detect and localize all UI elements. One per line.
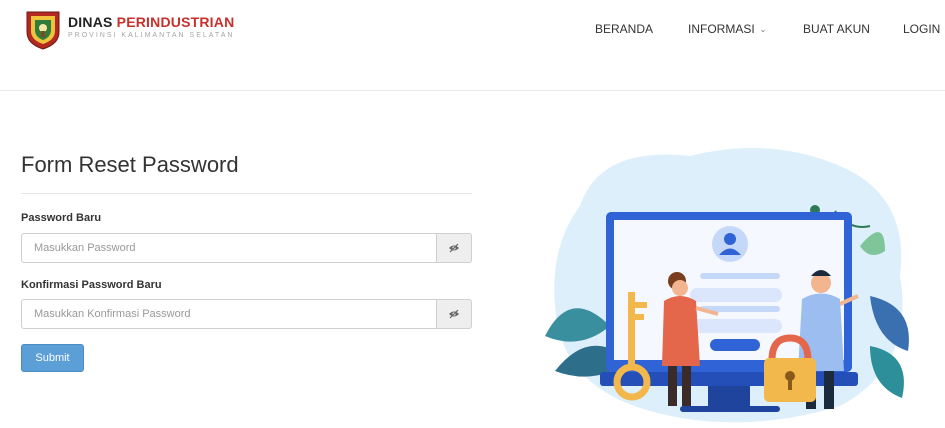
brand-name-part1: DINAS bbox=[68, 14, 117, 30]
submit-button[interactable]: Submit bbox=[21, 344, 84, 372]
new-password-input[interactable] bbox=[21, 233, 436, 263]
nav-informasi-label: INFORMASI bbox=[688, 22, 755, 36]
page-title: Form Reset Password bbox=[21, 152, 239, 177]
brand-subtitle: PROVINSI KALIMANTAN SELATAN bbox=[68, 32, 235, 39]
province-emblem-logo[interactable] bbox=[24, 10, 62, 50]
eye-slash-icon bbox=[449, 309, 459, 319]
site-header: DINAS PERINDUSTRIAN PROVINSI KALIMANTAN … bbox=[0, 0, 945, 91]
chevron-down-icon: ⌄ bbox=[759, 25, 767, 34]
brand[interactable]: DINAS PERINDUSTRIAN PROVINSI KALIMANTAN … bbox=[68, 14, 234, 39]
confirm-password-input[interactable] bbox=[21, 299, 436, 329]
nav-buat-akun[interactable]: BUAT AKUN bbox=[803, 22, 870, 36]
nav-login[interactable]: LOGIN bbox=[903, 22, 940, 36]
nav-beranda[interactable]: BERANDA bbox=[595, 22, 653, 36]
eye-slash-icon bbox=[449, 243, 459, 253]
toggle-confirm-visibility-button[interactable] bbox=[436, 299, 472, 329]
confirm-password-group bbox=[21, 299, 472, 329]
brand-name: DINAS PERINDUSTRIAN bbox=[68, 14, 234, 30]
toggle-password-visibility-button[interactable] bbox=[436, 233, 472, 263]
reset-password-illustration bbox=[545, 148, 909, 423]
nav-informasi[interactable]: INFORMASI ⌄ bbox=[688, 22, 766, 36]
title-divider bbox=[21, 193, 472, 194]
new-password-label: Password Baru bbox=[21, 212, 102, 224]
new-password-group bbox=[21, 233, 472, 263]
confirm-password-label: Konfirmasi Password Baru bbox=[21, 279, 162, 291]
brand-name-part2: PERINDUSTRIAN bbox=[116, 14, 235, 30]
